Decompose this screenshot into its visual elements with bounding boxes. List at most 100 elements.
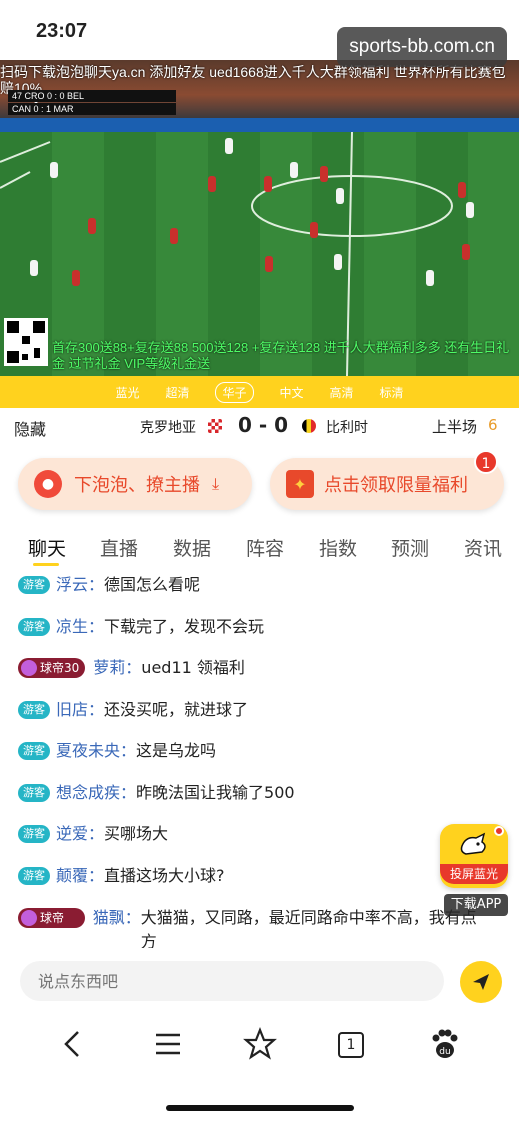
- chat-text: 这是乌龙吗: [136, 741, 217, 760]
- active-tab-indicator: [33, 563, 59, 566]
- chat-message: 球帝30 猫飘： 大猫猫，又同路，最近同路命中率不高，我有点方: [18, 906, 488, 948]
- chat-list[interactable]: 游客 浮云： 德国怎么看呢 游客 凉生： 下载完了，发现不会玩 球帝30 萝莉：…: [0, 570, 519, 948]
- chat-message: 游客 颠覆： 直播这场大小球?: [18, 864, 225, 888]
- menu-icon[interactable]: [150, 1026, 186, 1062]
- video-player[interactable]: 扫码下载泡泡聊天ya.cn 添加好友 ued1668进入千人大群领福利 世界杯所…: [0, 60, 519, 376]
- tab-chat[interactable]: 聊天: [28, 534, 66, 561]
- home-indicator: [166, 1105, 354, 1111]
- tab-news[interactable]: 资讯: [464, 534, 502, 561]
- chat-message: 游客 逆爱： 买哪场大: [18, 822, 168, 846]
- bottom-ad-text: 首存300送88+复存送88 500送128 +复存送128 进千人大群福利多多…: [52, 340, 510, 371]
- watermark: sports-bb.com.cn: [337, 27, 507, 67]
- guest-tag: 游客: [18, 825, 50, 843]
- vip-tag-label: 球帝30: [40, 661, 80, 675]
- match-period: 上半场: [432, 418, 478, 436]
- match-info: 隐藏 克罗地亚 0 - 0 比利时 上半场 6: [0, 408, 519, 442]
- download-bubble-label: 下泡泡、撩主播: [74, 475, 200, 496]
- chat-username[interactable]: 旧店：: [56, 698, 104, 722]
- download-icon: ⤓: [212, 474, 220, 493]
- baidu-paw-icon[interactable]: du: [426, 1026, 462, 1062]
- content-tabs: 聊天 直播 数据 阵容 指数 预测 资讯: [0, 530, 519, 566]
- scorebug-time: 47: [12, 91, 23, 101]
- chat-username[interactable]: 夏夜未央：: [56, 739, 136, 763]
- guest-tag: 游客: [18, 867, 50, 885]
- tab-data[interactable]: 数据: [173, 534, 211, 561]
- chat-username[interactable]: 想念成疾：: [56, 781, 136, 805]
- chat-username[interactable]: 凉生：: [56, 615, 104, 639]
- quality-option-bluray[interactable]: 蓝光: [115, 384, 139, 401]
- chat-username[interactable]: 猫飘：: [93, 906, 141, 930]
- qr-code-icon: [4, 318, 48, 366]
- tab-prediction[interactable]: 预测: [391, 534, 429, 561]
- chat-username[interactable]: 浮云：: [56, 573, 104, 597]
- chat-text: 买哪场大: [104, 824, 169, 843]
- send-button[interactable]: [460, 961, 502, 1003]
- chat-username[interactable]: 萝莉：: [93, 656, 141, 680]
- belgium-flag-icon: [302, 419, 316, 433]
- benefits-badge: 1: [474, 450, 498, 474]
- scorebug: 47 CRO 0 : 0 BEL CAN 0 : 1 MAR: [8, 90, 176, 116]
- back-nav-icon[interactable]: [56, 1026, 92, 1062]
- chat-username[interactable]: 逆爱：: [56, 822, 104, 846]
- quality-option-ultra[interactable]: 超清: [165, 384, 189, 401]
- bubble-app-icon: ●: [34, 470, 62, 498]
- ad-board: [0, 118, 519, 132]
- tab-lineup[interactable]: 阵容: [246, 534, 284, 561]
- guest-tag: 游客: [18, 784, 50, 802]
- notification-dot: [494, 826, 504, 836]
- status-time: 23:07: [36, 20, 88, 42]
- chat-message: 游客 浮云： 德国怎么看呢: [18, 573, 200, 597]
- hide-button[interactable]: 隐藏: [14, 416, 46, 440]
- chat-input[interactable]: [20, 961, 444, 1001]
- match-minute: 6: [488, 416, 498, 434]
- scorebug-line2: CAN 0 : 1 MAR: [12, 104, 74, 114]
- dog-icon: [460, 832, 486, 855]
- star-icon[interactable]: [242, 1026, 278, 1062]
- quality-option-huazi[interactable]: 华子: [215, 381, 254, 403]
- chat-message: 游客 夏夜未央： 这是乌龙吗: [18, 739, 216, 763]
- quality-option-sd[interactable]: 标清: [380, 384, 404, 401]
- tab-live[interactable]: 直播: [100, 534, 138, 561]
- quality-bar: 蓝光 超清 华子 中文 高清 标清: [0, 376, 519, 408]
- away-team-name: 比利时: [326, 420, 368, 436]
- claim-benefits-label: 点击领取限量福利: [324, 475, 468, 496]
- guest-tag: 游客: [18, 618, 50, 636]
- tabs-button[interactable]: 1: [334, 1026, 370, 1062]
- guest-tag: 游客: [18, 701, 50, 719]
- vip-tag: 球帝30: [18, 908, 85, 945]
- home-team-name: 克罗地亚: [140, 420, 196, 436]
- chat-message: 游客 想念成疾： 昨晚法国让我输了500: [18, 781, 295, 805]
- send-icon: [473, 974, 489, 990]
- tab-count: 1: [338, 1032, 364, 1058]
- quality-option-hd[interactable]: 高清: [330, 384, 354, 401]
- download-app-button[interactable]: 下载APP: [444, 894, 508, 916]
- chat-text: 大猫猫，又同路，最近同路命中率不高，我有点方: [140, 908, 477, 948]
- chat-text: ued11 领福利: [141, 658, 245, 677]
- vip-tag: 球帝30: [18, 658, 86, 678]
- guest-tag: 游客: [18, 742, 50, 760]
- chat-message: 游客 旧店： 还没买呢，就进球了: [18, 698, 248, 722]
- download-bubble-button[interactable]: ● 下泡泡、撩主播 ⤓: [18, 458, 252, 510]
- crown-icon: [21, 660, 37, 676]
- chat-text: 昨晚法国让我输了500: [136, 783, 295, 802]
- chat-text: 直播这场大小球?: [104, 866, 225, 885]
- chat-text: 德国怎么看呢: [104, 575, 201, 594]
- browser-toolbar: 1 du: [0, 1018, 519, 1072]
- gift-icon: ✦: [286, 470, 314, 498]
- float-app-button[interactable]: 投屏蓝光: [440, 824, 508, 888]
- claim-benefits-button[interactable]: ✦ 点击领取限量福利: [270, 458, 504, 510]
- match-score: 0 - 0: [238, 413, 289, 437]
- tab-odds[interactable]: 指数: [319, 534, 357, 561]
- svg-text:du: du: [439, 1047, 450, 1057]
- chat-input-row: [0, 955, 519, 1009]
- quality-option-chinese[interactable]: 中文: [280, 384, 304, 401]
- scorebug-line1: CRO 0 : 0 BEL: [24, 91, 85, 101]
- crown-icon: [21, 910, 37, 926]
- float-app-label: 投屏蓝光: [440, 864, 508, 884]
- chat-message: 球帝30 萝莉： ued11 领福利: [18, 656, 245, 680]
- chat-username[interactable]: 颠覆：: [56, 864, 104, 888]
- vip-tag-label: 球帝30: [40, 911, 65, 945]
- chat-text: 还没买呢，就进球了: [104, 700, 249, 719]
- chat-text: 下载完了，发现不会玩: [104, 617, 265, 636]
- guest-tag: 游客: [18, 576, 50, 594]
